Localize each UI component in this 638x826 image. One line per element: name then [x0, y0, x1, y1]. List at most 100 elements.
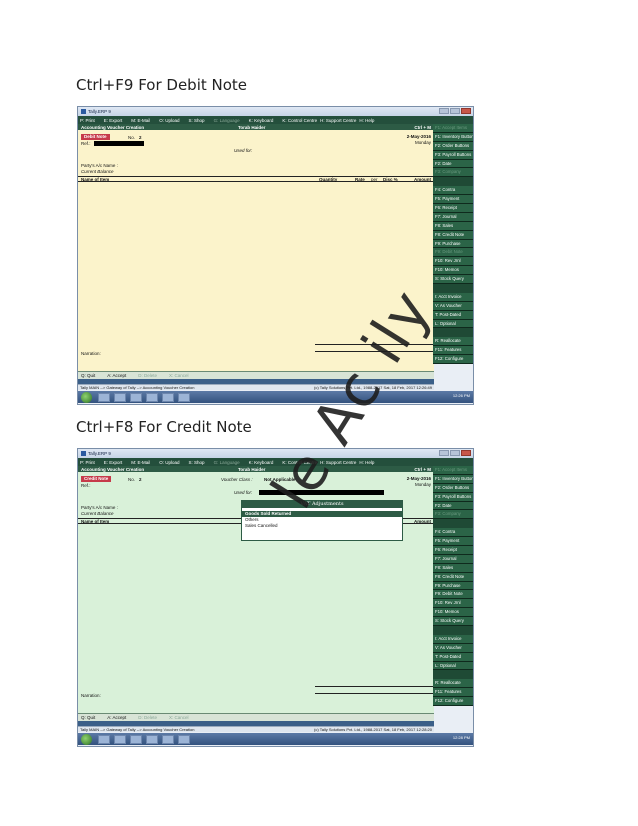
menu-control-centre[interactable]: K: Control Centre	[282, 460, 317, 465]
side-payroll-buttons[interactable]: F3: Payroll Buttons	[433, 492, 473, 502]
taskbar-app-icon[interactable]	[146, 734, 158, 744]
side-features[interactable]: F11: Features	[433, 346, 473, 356]
header-shortcut[interactable]: Ctrl + M	[414, 125, 431, 130]
minimize-icon[interactable]	[439, 450, 449, 456]
side-journal[interactable]: F7: Journal	[433, 212, 473, 222]
maximize-icon[interactable]	[450, 450, 460, 456]
side-date[interactable]: F2: Date	[433, 159, 473, 169]
side-rev-jrnl[interactable]: F10: Rev Jrnl	[433, 257, 473, 267]
taskbar-app-icon[interactable]	[146, 392, 158, 402]
side-acct-invoice[interactable]: I: Acct Invoice	[433, 292, 473, 302]
side-payment[interactable]: F5: Payment	[433, 537, 473, 547]
voucher-type-badge[interactable]: Credit Note	[81, 476, 112, 482]
side-payment[interactable]: F5: Payment	[433, 195, 473, 205]
side-contra[interactable]: F4: Contra	[433, 528, 473, 538]
quit-button[interactable]: Q: Quit	[81, 373, 95, 378]
taskbar-app-icon[interactable]	[162, 392, 174, 402]
taskbar-app-icon[interactable]	[114, 734, 126, 744]
menu-help[interactable]: H: Help	[359, 118, 374, 123]
cancel-button[interactable]: X: Cancel	[169, 373, 189, 378]
menu-shop[interactable]: S: Shop	[189, 118, 205, 123]
delete-button[interactable]: D: Delete	[138, 715, 157, 720]
side-stock-query[interactable]: S: Stock Query	[433, 275, 473, 285]
header-shortcut[interactable]: Ctrl + M	[414, 467, 431, 472]
side-as-voucher[interactable]: V: As Voucher	[433, 301, 473, 311]
window-controls[interactable]	[439, 108, 471, 114]
menu-shop[interactable]: S: Shop	[189, 460, 205, 465]
side-acct-invoice[interactable]: I: Acct Invoice	[433, 634, 473, 644]
window-controls[interactable]	[439, 450, 471, 456]
maximize-icon[interactable]	[450, 108, 460, 114]
menu-email[interactable]: M: E-Mail	[131, 118, 150, 123]
side-sales[interactable]: F8: Sales	[433, 221, 473, 231]
side-debit-note[interactable]: F9: Debit Note	[433, 248, 473, 258]
side-optional[interactable]: L: Optional	[433, 661, 473, 671]
menu-email[interactable]: M: E-Mail	[131, 460, 150, 465]
taskbar-app-icon[interactable]	[162, 734, 174, 744]
voucher-date[interactable]: 2-May-2016	[407, 134, 431, 139]
side-memos[interactable]: F10: Memos	[433, 266, 473, 276]
menu-language[interactable]: G: Language	[214, 460, 240, 465]
menu-support-centre[interactable]: H: Support Centre	[320, 118, 356, 123]
taskbar-app-icon[interactable]	[98, 392, 110, 402]
taskbar-app-icon[interactable]	[98, 734, 110, 744]
side-inventory-buttons[interactable]: F1: Inventory Buttons	[433, 132, 473, 142]
side-order-buttons[interactable]: F2: Order Buttons	[433, 483, 473, 493]
side-as-voucher[interactable]: V: As Voucher	[433, 643, 473, 653]
side-receipt[interactable]: F6: Receipt	[433, 546, 473, 555]
minimize-icon[interactable]	[439, 108, 449, 114]
menu-print[interactable]: P: Print	[80, 460, 95, 465]
quit-button[interactable]: Q: Quit	[81, 715, 95, 720]
side-reallocate[interactable]: R: Reallocate	[433, 679, 473, 689]
side-contra[interactable]: F4: Contra	[433, 186, 473, 196]
ref-input[interactable]	[94, 141, 144, 146]
popup-option[interactable]: Sales Cancelled	[242, 523, 402, 529]
side-company[interactable]: F3: Company	[433, 510, 473, 520]
menu-help[interactable]: H: Help	[359, 460, 374, 465]
side-payroll-buttons[interactable]: F3: Payroll Buttons	[433, 150, 473, 160]
voucher-type-badge[interactable]: Debit Note	[81, 134, 110, 140]
menu-upload[interactable]: O: Upload	[159, 460, 179, 465]
side-purchase[interactable]: F9: Purchase	[433, 239, 473, 249]
delete-button[interactable]: D: Delete	[138, 373, 157, 378]
side-reallocate[interactable]: R: Reallocate	[433, 337, 473, 347]
menu-print[interactable]: P: Print	[80, 118, 95, 123]
side-receipt[interactable]: F6: Receipt	[433, 204, 473, 213]
voucher-date[interactable]: 2-May-2016	[407, 476, 431, 481]
side-date[interactable]: F2: Date	[433, 501, 473, 511]
menu-upload[interactable]: O: Upload	[159, 118, 179, 123]
voucher-class-value[interactable]: Not Applicable	[264, 477, 295, 482]
side-order-buttons[interactable]: F2: Order Buttons	[433, 141, 473, 151]
side-company[interactable]: F3: Company	[433, 168, 473, 178]
side-configure[interactable]: F12: Configure	[433, 355, 473, 365]
side-debit-note[interactable]: F9: Debit Note	[433, 590, 473, 600]
side-features[interactable]: F11: Features	[433, 688, 473, 698]
side-credit-note[interactable]: F8: Credit Note	[433, 230, 473, 240]
taskbar-app-icon[interactable]	[130, 734, 142, 744]
menu-keyboard[interactable]: K: Keyboard	[249, 118, 274, 123]
start-button-icon[interactable]	[81, 733, 92, 745]
used-for-input[interactable]	[259, 490, 384, 495]
side-post-dated[interactable]: T: Post-Dated	[433, 310, 473, 320]
menu-support-centre[interactable]: H: Support Centre	[320, 460, 356, 465]
cancel-button[interactable]: X: Cancel	[169, 715, 189, 720]
side-sales[interactable]: F8: Sales	[433, 563, 473, 573]
taskbar-app-icon[interactable]	[178, 392, 190, 402]
side-configure[interactable]: F12: Configure	[433, 697, 473, 707]
side-rev-jrnl[interactable]: F10: Rev Jrnl	[433, 599, 473, 609]
side-accept-items[interactable]: F1: Accept Items	[433, 466, 473, 475]
taskbar-app-icon[interactable]	[130, 392, 142, 402]
menu-export[interactable]: E: Export	[104, 118, 123, 123]
menu-keyboard[interactable]: K: Keyboard	[249, 460, 274, 465]
side-purchase[interactable]: F9: Purchase	[433, 581, 473, 591]
menu-control-centre[interactable]: K: Control Centre	[282, 118, 317, 123]
accept-button[interactable]: A: Accept	[107, 715, 126, 720]
side-journal[interactable]: F7: Journal	[433, 554, 473, 564]
taskbar-app-icon[interactable]	[178, 734, 190, 744]
side-post-dated[interactable]: T: Post-Dated	[433, 652, 473, 662]
side-optional[interactable]: L: Optional	[433, 319, 473, 329]
start-button-icon[interactable]	[81, 391, 92, 403]
menu-language[interactable]: G: Language	[214, 118, 240, 123]
side-accept-items[interactable]: F1: Accept Items	[433, 124, 473, 133]
side-memos[interactable]: F10: Memos	[433, 608, 473, 618]
